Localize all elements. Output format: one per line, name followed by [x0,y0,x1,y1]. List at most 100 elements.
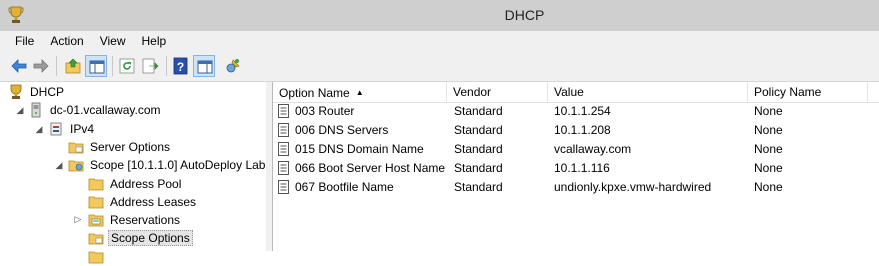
cell-option-name: 067 Bootfile Name [295,180,394,194]
column-label-vendor: Vendor [453,85,492,99]
cell-value: 10.1.1.208 [554,123,611,137]
svg-text:?: ? [177,60,184,74]
dhcp-trophy-icon [10,84,22,99]
folder-icon [88,178,104,191]
show-hide-console-tree-icon [89,60,105,74]
tree-label-scope: Scope [10.1.1.0] AutoDeploy Lab [90,158,266,172]
window-title: DHCP [504,7,545,23]
tree-item-address-leases[interactable]: Address Leases [88,193,198,211]
column-header-policy-name[interactable]: Policy Name [748,82,868,102]
refresh-icon [119,58,135,74]
cell-option-name: 015 DNS Domain Name [295,142,424,156]
cell-vendor: Standard [454,104,503,118]
collapse-scope-icon[interactable]: ◢ [54,160,64,171]
cell-option-name: 066 Boot Server Host Name [295,161,446,175]
sort-ascending-icon: ▲ [355,88,364,97]
cell-vendor: Standard [454,123,503,137]
menu-file[interactable]: File [0,34,42,48]
folder-options-icon [68,142,84,154]
up-folder-icon [65,58,81,74]
cell-vendor: Standard [454,142,503,156]
help-button[interactable]: ? [170,55,192,77]
column-label-option-name: Option Name [279,86,350,100]
tree-item-address-pool[interactable]: Address Pool [88,175,183,193]
up-one-level-button[interactable] [62,55,84,77]
tree-label-server: dc-01.vcallaway.com [50,103,161,117]
table-row[interactable]: 003 Router Standard 10.1.1.254 None [273,102,879,121]
column-header-value[interactable]: Value [548,82,748,102]
console-tree: DHCP ◢ dc-01.vcallaway.com ◢ IPv4 Server… [0,82,267,264]
option-document-icon [278,161,289,175]
tree-item-server[interactable]: dc-01.vcallaway.com [28,101,162,119]
export-list-icon [142,58,159,74]
cell-option-name: 003 Router [295,104,355,118]
cell-policy-name: None [754,180,783,194]
cell-option-name: 006 DNS Servers [295,123,389,137]
show-hide-action-pane-button[interactable] [193,55,215,77]
back-button[interactable] [8,55,30,77]
tree-label-address-pool: Address Pool [110,177,182,191]
cell-value: undionly.kpxe.vmw-hardwired [554,180,712,194]
tree-item-server-options[interactable]: Server Options [68,138,172,156]
tree-label-address-leases: Address Leases [110,195,197,209]
ipv4-icon [50,122,62,136]
tree-item-ipv4[interactable]: IPv4 [48,120,96,138]
tree-label-ipv4: IPv4 [70,122,95,136]
cell-policy-name: None [754,123,783,137]
menu-view[interactable]: View [92,34,134,48]
menu-help[interactable]: Help [134,34,175,48]
cell-policy-name: None [754,142,783,156]
tree-item-scope-options[interactable]: Scope Options [88,229,193,247]
title-bar: DHCP [0,0,879,31]
menu-action[interactable]: Action [42,34,91,48]
folder-icon [88,251,104,264]
folder-options-icon [88,233,104,245]
tree-item-reservations[interactable]: Reservations [88,211,182,229]
forward-button[interactable] [30,55,52,77]
table-row[interactable]: 015 DNS Domain Name Standard vcallaway.com… [273,140,879,159]
expand-reservations-icon[interactable]: ▷ [73,214,83,225]
tree-item-dhcp[interactable]: DHCP [8,83,66,101]
forward-arrow-icon [33,59,49,73]
column-label-value: Value [554,85,584,99]
option-document-icon [278,123,289,137]
tree-label-server-options: Server Options [90,140,171,154]
dhcp-options-button[interactable] [222,55,244,77]
show-hide-console-tree-button[interactable] [85,55,107,77]
options-list: Option Name ▲ Vendor Value Policy Name 00… [272,82,879,251]
scope-folder-icon [68,160,84,172]
option-document-icon [278,104,289,118]
tree-item-scope[interactable]: Scope [10.1.1.0] AutoDeploy Lab [68,156,267,174]
dhcp-options-icon [226,59,240,73]
help-icon: ? [173,57,188,75]
cell-vendor: Standard [454,161,503,175]
back-arrow-icon [11,59,27,73]
reservations-icon [88,214,104,227]
column-header-vendor[interactable]: Vendor [447,82,548,102]
tree-label-scope-options: Scope Options [108,230,193,246]
collapse-ipv4-icon[interactable]: ◢ [34,124,44,135]
cell-policy-name: None [754,104,783,118]
column-header-option-name[interactable]: Option Name ▲ [273,82,447,102]
refresh-button[interactable] [116,55,138,77]
cell-vendor: Standard [454,180,503,194]
collapse-server-icon[interactable]: ◢ [15,105,25,116]
export-list-button[interactable] [139,55,161,77]
toolbar: ? [0,51,879,82]
tree-label-dhcp: DHCP [30,85,65,99]
cell-value: 10.1.1.116 [554,161,610,175]
option-document-icon [278,180,289,194]
table-row[interactable]: 006 DNS Servers Standard 10.1.1.208 None [273,121,879,140]
cell-value: 10.1.1.254 [554,104,611,118]
cell-value: vcallaway.com [554,142,632,156]
option-document-icon [278,142,289,156]
list-header: Option Name ▲ Vendor Value Policy Name [273,82,879,103]
table-row[interactable]: 066 Boot Server Host Name Standard 10.1.1.… [273,159,879,178]
menu-bar: File Action View Help [0,31,879,51]
table-row[interactable]: 067 Bootfile Name Standard undionly.kpxe.v… [273,178,879,197]
column-label-policy-name: Policy Name [754,85,822,99]
cell-policy-name: None [754,161,783,175]
folder-icon [88,196,104,209]
show-hide-action-pane-icon [197,60,213,74]
tree-label-reservations: Reservations [110,213,181,227]
